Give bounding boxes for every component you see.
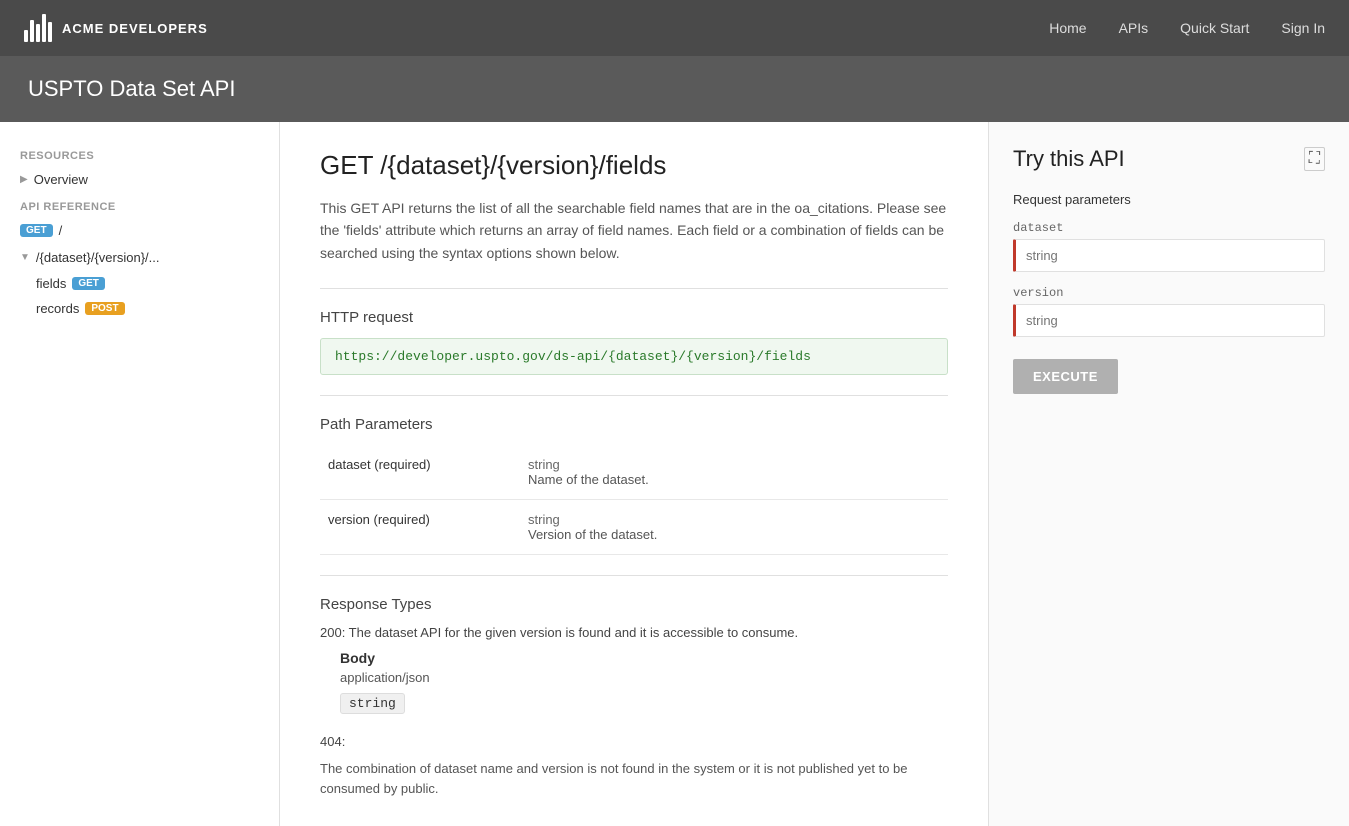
sub-header: USPTO Data Set API xyxy=(0,56,1349,122)
endpoint-url: https://developer.uspto.gov/ds-api/{data… xyxy=(320,338,948,375)
response-404-section: 404: The combination of dataset name and… xyxy=(320,734,948,798)
nav-apis[interactable]: APIs xyxy=(1119,20,1149,36)
dataset-input[interactable] xyxy=(1013,239,1325,272)
response-404-code: 404: xyxy=(320,734,948,749)
records-post-badge: POST xyxy=(85,302,124,315)
table-row: version (required) string Version of the… xyxy=(320,500,948,555)
logo-text: ACME DEVELOPERS xyxy=(62,21,208,36)
expand-icon[interactable]: ⛶ xyxy=(1304,147,1325,171)
slash-label: / xyxy=(59,223,63,238)
divider-1 xyxy=(320,288,948,289)
endpoint-title: GET /{dataset}/{version}/fields xyxy=(320,150,948,181)
records-label: records xyxy=(36,301,79,316)
page-title: USPTO Data Set API xyxy=(28,76,1321,102)
chevron-right-icon: ▶ xyxy=(20,174,28,185)
sidebar-item-fields[interactable]: fields GET xyxy=(0,271,279,296)
top-nav: ACME DEVELOPERS Home APIs Quick Start Si… xyxy=(0,0,1349,56)
param-type-version: string xyxy=(528,512,940,527)
endpoint-description: This GET API returns the list of all the… xyxy=(320,197,948,264)
version-field-label: version xyxy=(1013,286,1325,300)
sidebar-item-records[interactable]: records POST xyxy=(0,296,279,321)
sidebar-item-overview[interactable]: ▶ Overview xyxy=(0,166,279,193)
fields-get-badge: GET xyxy=(72,277,105,290)
param-name-dataset: dataset (required) xyxy=(320,445,520,500)
nav-links: Home APIs Quick Start Sign In xyxy=(1049,20,1325,36)
chevron-down-icon: ▼ xyxy=(20,252,30,263)
try-panel-title: Try this API xyxy=(1013,146,1125,172)
try-panel: Try this API ⛶ Request parameters datase… xyxy=(989,122,1349,826)
table-row: dataset (required) string Name of the da… xyxy=(320,445,948,500)
dataset-field: dataset xyxy=(1013,221,1325,272)
param-desc-version: Version of the dataset. xyxy=(528,527,940,542)
param-desc-dataset: Name of the dataset. xyxy=(528,472,940,487)
divider-3 xyxy=(320,575,948,576)
logo-icon xyxy=(24,14,52,42)
get-badge: GET xyxy=(20,224,53,237)
try-panel-header: Try this API ⛶ xyxy=(1013,146,1325,172)
dataset-path-label: /{dataset}/{version}/... xyxy=(36,250,160,265)
version-input[interactable] xyxy=(1013,304,1325,337)
fields-label: fields xyxy=(36,276,66,291)
response-404-desc: The combination of dataset name and vers… xyxy=(320,759,948,798)
sidebar: RESOURCES ▶ Overview API REFERENCE GET /… xyxy=(0,122,280,826)
response-types-label: Response Types xyxy=(320,596,948,613)
api-reference-label: API REFERENCE xyxy=(0,193,279,217)
sidebar-item-dataset-path[interactable]: ▼ /{dataset}/{version}/... xyxy=(0,244,279,271)
layout: RESOURCES ▶ Overview API REFERENCE GET /… xyxy=(0,122,1349,826)
response-body-section: Body application/json string xyxy=(340,650,948,714)
execute-button[interactable]: EXECUTE xyxy=(1013,359,1118,394)
divider-2 xyxy=(320,395,948,396)
param-name-version: version (required) xyxy=(320,500,520,555)
sidebar-item-slash-get[interactable]: GET / xyxy=(0,217,279,244)
dataset-field-label: dataset xyxy=(1013,221,1325,235)
body-label: Body xyxy=(340,650,948,666)
body-type: string xyxy=(340,693,405,714)
sidebar-overview-label: Overview xyxy=(34,172,88,187)
params-table: dataset (required) string Name of the da… xyxy=(320,445,948,555)
nav-quickstart[interactable]: Quick Start xyxy=(1180,20,1249,36)
resources-label: RESOURCES xyxy=(0,142,279,166)
http-request-label: HTTP request xyxy=(320,309,948,326)
nav-signin[interactable]: Sign In xyxy=(1281,20,1325,36)
version-field: version xyxy=(1013,286,1325,337)
content-type: application/json xyxy=(340,670,948,685)
param-type-dataset: string xyxy=(528,457,940,472)
response-200: 200: The dataset API for the given versi… xyxy=(320,625,948,640)
logo: ACME DEVELOPERS xyxy=(24,14,1049,42)
nav-home[interactable]: Home xyxy=(1049,20,1086,36)
main-content: GET /{dataset}/{version}/fields This GET… xyxy=(280,122,989,826)
path-params-label: Path Parameters xyxy=(320,416,948,433)
request-params-label: Request parameters xyxy=(1013,192,1325,207)
